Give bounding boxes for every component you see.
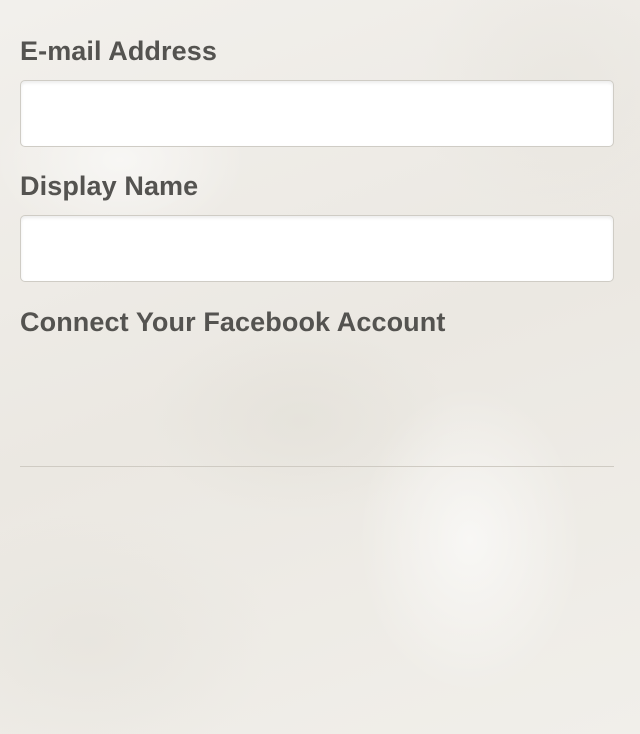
email-field[interactable]	[20, 80, 614, 147]
display-name-label: Display Name	[20, 171, 199, 201]
email-label: E-mail Address	[20, 36, 217, 66]
section-divider	[20, 466, 614, 467]
facebook-connect-area	[20, 345, 614, 465]
facebook-connect-heading: Connect Your Facebook Account	[20, 307, 446, 337]
display-name-field[interactable]	[20, 215, 614, 282]
